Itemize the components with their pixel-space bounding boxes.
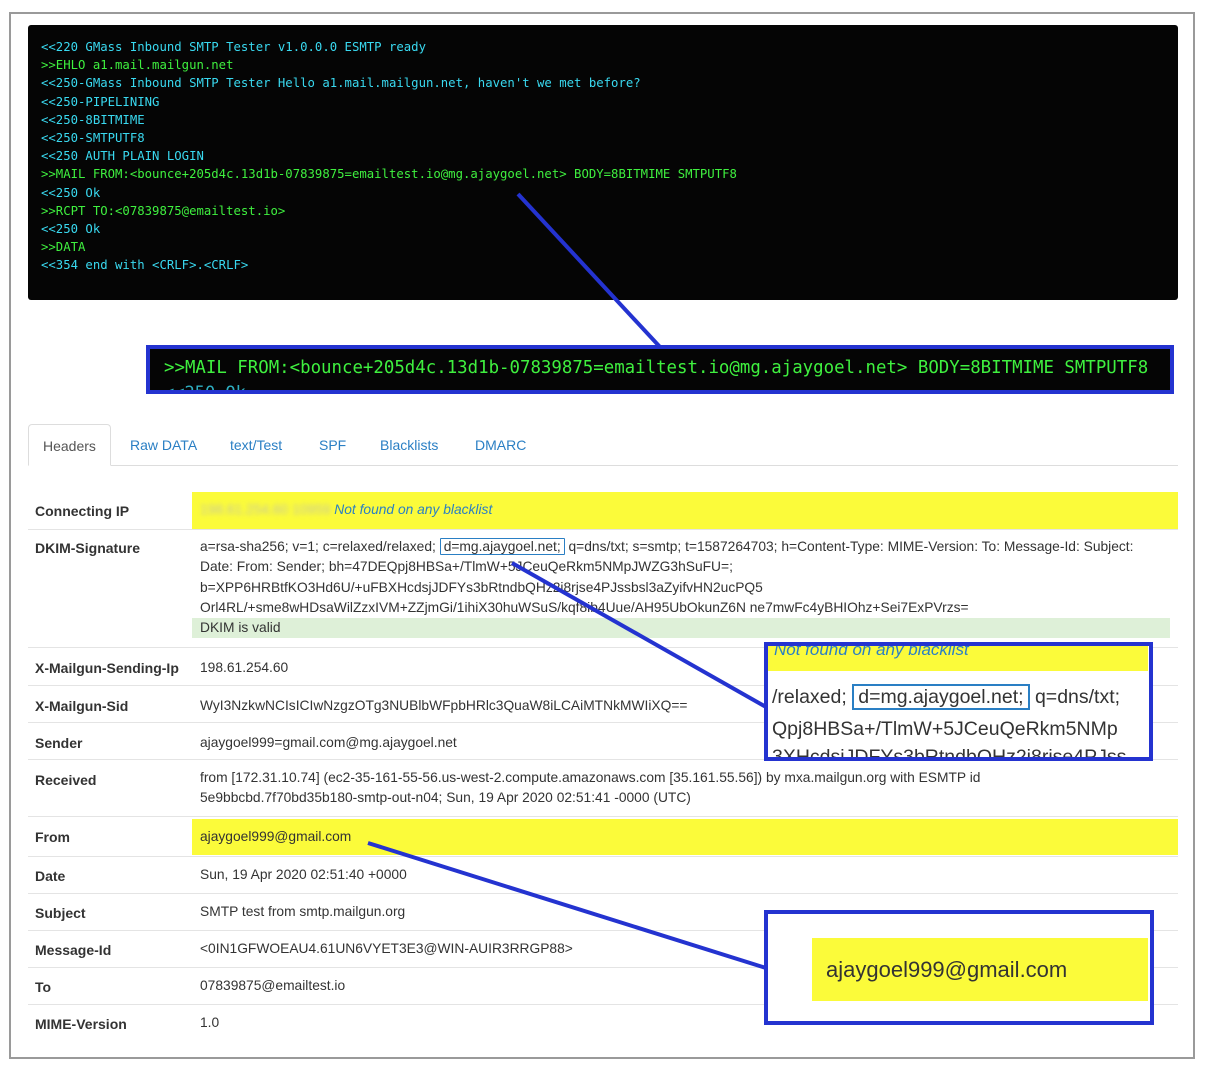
dkim-domain-callout: Not found on any blacklist /relaxed; d=m… xyxy=(764,642,1153,761)
row-label: DKIM-Signature xyxy=(35,540,140,556)
row-label: Sender xyxy=(35,735,83,751)
mail-from-callout: >>MAIL FROM:<bounce+205d4c.13d1b-0783987… xyxy=(146,345,1174,394)
terminal-line: <<250 AUTH PLAIN LOGIN xyxy=(41,149,204,164)
tab-headers[interactable]: Headers xyxy=(28,424,111,466)
ip-address-redacted: 198.61.254.60 10959 xyxy=(200,502,331,517)
terminal-line: <<250-GMass Inbound SMTP Tester Hello a1… xyxy=(41,76,641,91)
callout-yellow-strip: Not found on any blacklist xyxy=(768,646,1148,671)
callout-dkim-text: /relaxed; xyxy=(772,686,847,708)
received-text: 5e9bbcbd.7f70bd35b180-smtp-out-n04; Sun,… xyxy=(200,790,691,806)
terminal-line: <<220 GMass Inbound SMTP Tester v1.0.0.0… xyxy=(41,40,426,54)
header-tabs: Headers Raw DATA text/Test SPF Blacklist… xyxy=(28,424,1178,466)
date-value: Sun, 19 Apr 2020 02:51:40 +0000 xyxy=(200,867,407,882)
callout-dkim-text: Qpj8HBSa+/TlmW+5JCeuQeRkm5NMp xyxy=(772,718,1118,740)
callout-mail-from-text: >>MAIL FROM:<bounce+205d4c.13d1b-0783987… xyxy=(164,358,1149,378)
terminal-line: <<354 end with <CRLF>.<CRLF> xyxy=(41,258,249,273)
callout-dkim-text: 3XHcdsjJDFYs3bRtndbQHz2i8rjse4PJss xyxy=(772,746,1127,761)
table-row: Date Sun, 19 Apr 2020 02:51:40 +0000 xyxy=(28,856,1178,893)
table-row: Connecting IP 198.61.254.60 10959 Not fo… xyxy=(28,491,1178,529)
terminal-line: >>RCPT TO:<07839875@emailtest.io> xyxy=(41,203,286,218)
terminal-line: <<250 Ok xyxy=(41,221,101,236)
smtp-terminal: <<220 GMass Inbound SMTP Tester v1.0.0.0… xyxy=(28,25,1178,300)
received-value: from [172.31.10.74] (ec2-35-161-55-56.us… xyxy=(192,768,1178,809)
from-value: ajaygoel999@gmail.com xyxy=(192,819,1178,855)
callout-blacklist-text: Not found on any blacklist xyxy=(774,642,969,659)
tab-blacklists[interactable]: Blacklists xyxy=(380,424,438,466)
terminal-line: <<250-SMTPUTF8 xyxy=(41,130,145,145)
table-row: From ajaygoel999@gmail.com xyxy=(28,816,1178,856)
dkim-text: a=rsa-sha256; v=1; c=relaxed/relaxed; xyxy=(200,539,436,554)
dkim-signature-value: a=rsa-sha256; v=1; c=relaxed/relaxed; d=… xyxy=(192,537,1178,639)
connecting-ip-value: 198.61.254.60 10959 Not found on any bla… xyxy=(192,492,1178,529)
terminal-line: >>DATA xyxy=(41,240,86,255)
row-label: Message-Id xyxy=(35,942,112,958)
row-label: Date xyxy=(35,868,66,884)
callout-yellow-box: ajaygoel999@gmail.com xyxy=(812,938,1148,1001)
table-row: Received from [172.31.10.74] (ec2-35-161… xyxy=(28,759,1178,816)
dkim-text: Orl4RL/+sme8wHDsaWilZzxIVM+ZZjmGi/1ihiX3… xyxy=(200,599,969,615)
row-label: X-Mailgun-Sid xyxy=(35,698,129,714)
row-label: Connecting IP xyxy=(35,503,130,519)
terminal-line: <<250-8BITMIME xyxy=(41,112,145,127)
callout-dkim-text: q=dns/txt; xyxy=(1029,686,1121,708)
row-label: From xyxy=(35,829,70,845)
blacklist-status[interactable]: Not found on any blacklist xyxy=(334,502,492,517)
callout-from-text: ajaygoel999@gmail.com xyxy=(826,957,1068,982)
dkim-text: b=XPP6HRBtfKO3Hd6U/+uFBXHcdsjJDFYs3bRtnd… xyxy=(200,579,763,595)
dkim-text: q=dns/txt; s=smtp; t=1587264703; h=Conte… xyxy=(564,539,1134,554)
tab-spf[interactable]: SPF xyxy=(319,424,346,466)
from-address-callout: ajaygoel999@gmail.com xyxy=(764,910,1154,1025)
terminal-line: <<250-PIPELINING xyxy=(41,94,160,109)
terminal-line: >>MAIL FROM:<bounce+205d4c.13d1b-0783987… xyxy=(41,167,737,182)
tab-raw-data[interactable]: Raw DATA xyxy=(130,424,197,466)
row-label: Received xyxy=(35,772,97,788)
terminal-line: >>EHLO a1.mail.mailgun.net xyxy=(41,58,234,73)
row-label: To xyxy=(35,979,52,995)
dkim-domain-highlight: d=mg.ajaygoel.net; xyxy=(439,538,565,555)
row-label: MIME-Version xyxy=(35,1016,127,1032)
row-label: X-Mailgun-Sending-Ip xyxy=(35,660,179,676)
tab-text-test[interactable]: text/Test xyxy=(230,424,282,466)
callout-partial-text: <<250 Ok xyxy=(164,383,246,394)
dkim-text: Date: From: Sender; bh=47DEQpj8HBSa+/Tlm… xyxy=(200,559,733,575)
received-text: from [172.31.10.74] (ec2-35-161-55-56.us… xyxy=(200,770,981,785)
table-row: DKIM-Signature a=rsa-sha256; v=1; c=rela… xyxy=(28,529,1178,645)
dkim-status: DKIM is valid xyxy=(192,618,1170,639)
row-label: Subject xyxy=(35,905,86,921)
callout-dkim-domain-highlight: d=mg.ajaygoel.net; xyxy=(852,684,1030,710)
tab-dmarc[interactable]: DMARC xyxy=(475,424,526,466)
terminal-line: <<250 Ok xyxy=(41,185,101,200)
